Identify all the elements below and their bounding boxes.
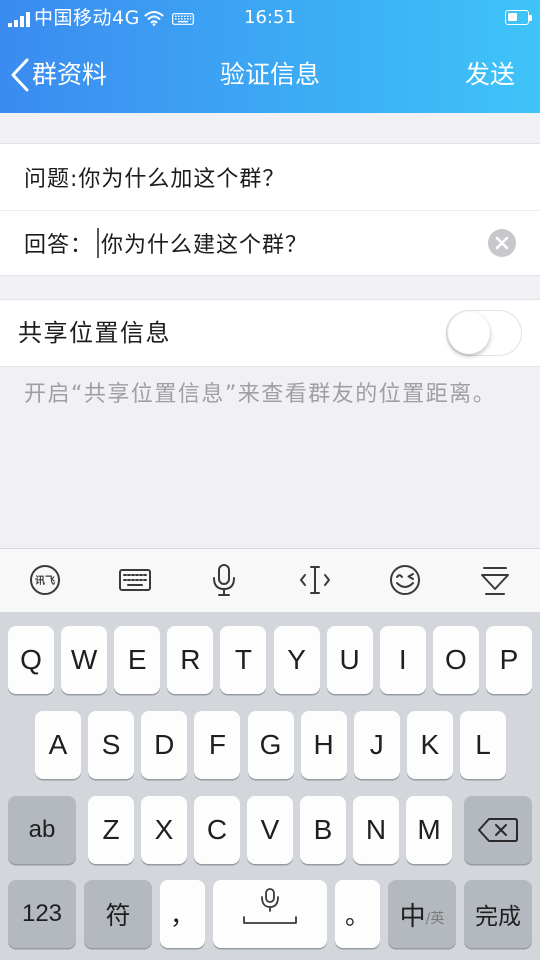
voice-input-button[interactable] — [206, 562, 242, 598]
page-title: 验证信息 — [219, 60, 320, 89]
question-row: 问题: 你为什么加这个群？ — [0, 144, 540, 210]
key-p[interactable]: P — [485, 626, 532, 694]
emoji-button[interactable] — [387, 562, 423, 598]
hide-keyboard-icon — [481, 567, 509, 595]
hide-keyboard-button[interactable] — [477, 562, 513, 598]
key-r[interactable]: R — [167, 626, 214, 694]
cursor-move-icon — [300, 566, 330, 594]
send-button[interactable]: 发送 — [450, 36, 530, 113]
answer-row: 回答： 你为什么建这个群？ — [0, 211, 540, 275]
space-key[interactable] — [213, 880, 327, 948]
emoji-icon — [390, 565, 420, 595]
xunfei-logo-icon: 讯飞 — [30, 565, 60, 595]
language-switch-key[interactable]: 中/英 — [388, 880, 456, 948]
backspace-icon — [478, 818, 518, 842]
share-location-row: 共享位置信息 — [0, 299, 540, 367]
chevron-left-icon — [11, 58, 29, 91]
verification-form: 问题: 你为什么加这个群？ 回答： 你为什么建这个群？ — [0, 143, 540, 276]
share-location-label: 共享位置信息 — [18, 319, 171, 347]
battery-icon — [505, 10, 529, 25]
symbols-key[interactable]: 符 — [84, 880, 152, 948]
xunfei-logo-text: 讯飞 — [35, 574, 55, 587]
key-e[interactable]: E — [114, 626, 161, 694]
key-j[interactable]: J — [353, 711, 400, 779]
backspace-key[interactable] — [464, 796, 532, 864]
key-d[interactable]: D — [141, 711, 188, 779]
key-v[interactable]: V — [247, 796, 293, 864]
period-key[interactable]: 。 — [335, 880, 380, 948]
cursor-move-button[interactable] — [297, 562, 333, 598]
question-text: 你为什么加这个群？ — [78, 167, 286, 192]
keyboard-switch-icon — [119, 569, 151, 591]
battery-nub — [529, 14, 532, 21]
key-row-3: ab Z X C V B N M — [8, 796, 532, 864]
status-time: 16:51 — [244, 7, 296, 28]
keyboard-toolbar: 讯飞 — [0, 548, 540, 612]
key-y[interactable]: Y — [273, 626, 320, 694]
key-f[interactable]: F — [194, 711, 241, 779]
status-bar: 中国移动4G 16:51 — [0, 0, 540, 36]
back-label: 群资料 — [32, 59, 108, 89]
key-o[interactable]: O — [432, 626, 479, 694]
key-z[interactable]: Z — [88, 796, 134, 864]
key-i[interactable]: I — [379, 626, 426, 694]
key-g[interactable]: G — [247, 711, 294, 779]
key-a[interactable]: A — [35, 711, 81, 779]
xunfei-logo-button[interactable]: 讯飞 — [27, 562, 63, 598]
text-cursor — [97, 228, 100, 258]
microphone-icon — [213, 564, 235, 596]
case-toggle-key[interactable]: ab — [8, 796, 76, 864]
key-k[interactable]: K — [406, 711, 453, 779]
microphone-space-icon — [243, 888, 297, 924]
key-row-4: 123 符 ， 。 中/英 完成 — [8, 880, 532, 948]
share-location-toggle[interactable] — [446, 310, 522, 356]
keyboard: Q W E R T Y U I O P A S D F G H J K L ab… — [0, 612, 540, 960]
key-w[interactable]: W — [61, 626, 108, 694]
key-l[interactable]: L — [460, 711, 506, 779]
key-m[interactable]: M — [406, 796, 452, 864]
done-key[interactable]: 完成 — [464, 880, 532, 948]
wifi-icon — [144, 11, 164, 26]
key-x[interactable]: X — [141, 796, 187, 864]
key-b[interactable]: B — [300, 796, 346, 864]
header: 中国移动4G 16:51 群资料 验证信息 发送 — [0, 0, 540, 113]
toggle-knob — [447, 311, 490, 354]
key-row-2: A S D F G H J K L — [35, 711, 506, 779]
question-label: 问题: — [24, 167, 79, 192]
carrier-label: 中国移动4G — [34, 7, 140, 29]
answer-label: 回答： — [24, 233, 94, 258]
clear-circle-icon — [488, 229, 516, 257]
back-button[interactable]: 群资料 — [0, 36, 130, 113]
language-secondary-label: /英 — [425, 911, 445, 927]
signal-icon — [8, 12, 30, 27]
key-n[interactable]: N — [353, 796, 399, 864]
battery-fill — [507, 12, 517, 22]
comma-key[interactable]: ， — [160, 880, 205, 948]
key-row-3-letters: Z X C V B N M — [88, 796, 452, 864]
keyboard-switch-button[interactable] — [117, 562, 153, 598]
key-row-1: Q W E R T Y U I O P — [8, 626, 532, 694]
key-t[interactable]: T — [220, 626, 267, 694]
answer-value: 你为什么建这个群？ — [101, 233, 309, 258]
keyboard-status-icon — [172, 13, 194, 25]
key-q[interactable]: Q — [8, 626, 54, 694]
language-primary-label: 中 — [399, 901, 426, 932]
key-u[interactable]: U — [326, 626, 373, 694]
key-c[interactable]: C — [194, 796, 240, 864]
key-s[interactable]: S — [88, 711, 135, 779]
answer-input[interactable]: 你为什么建这个群？ — [97, 223, 477, 263]
key-h[interactable]: H — [300, 711, 347, 779]
clear-button[interactable] — [488, 229, 516, 257]
share-location-hint: 开启“共享位置信息”来查看群友的位置距离。 — [24, 382, 497, 407]
nav-bar: 群资料 验证信息 发送 — [0, 36, 540, 113]
numbers-key[interactable]: 123 — [8, 880, 76, 948]
